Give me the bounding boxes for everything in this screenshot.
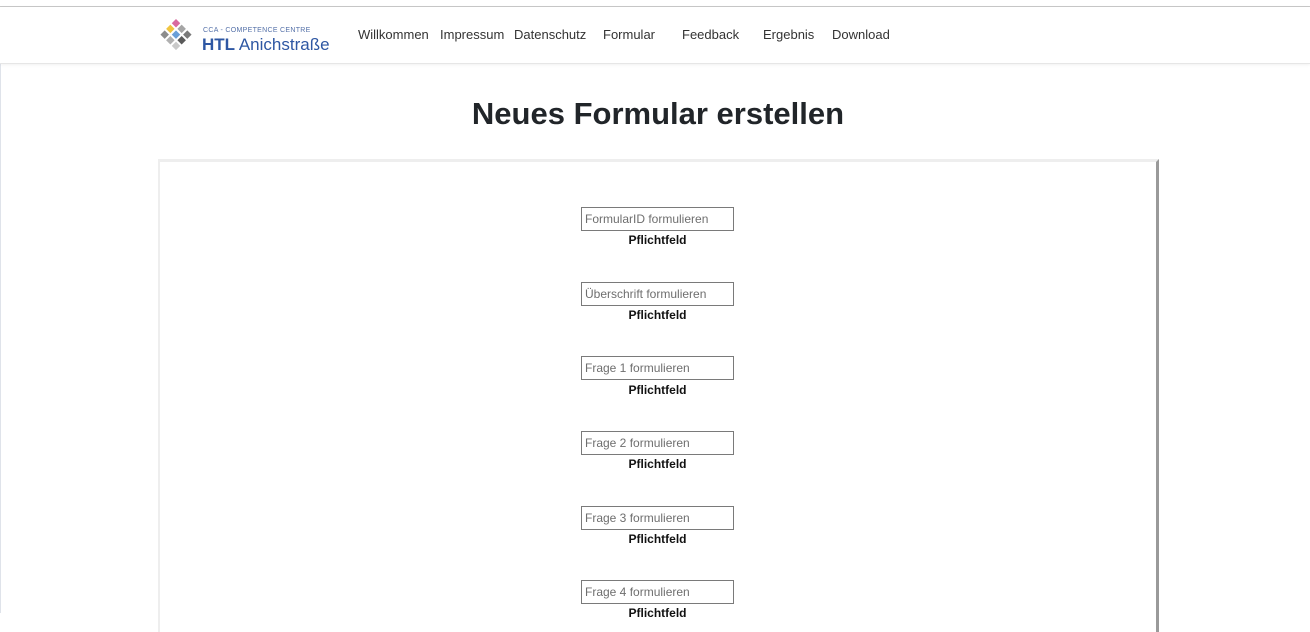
required-label: Pflichtfeld	[628, 532, 687, 546]
navbar: CCA - COMPETENCE CENTRE HTL Anichstraße …	[0, 7, 1310, 64]
nav-willkommen[interactable]: Willkommen	[358, 27, 429, 42]
nav-ergebnis[interactable]: Ergebnis	[763, 27, 814, 42]
question-3-input[interactable]	[581, 506, 734, 530]
question-4-input[interactable]	[581, 580, 734, 604]
formular-id-input[interactable]	[581, 207, 734, 231]
page-title: Neues Formular erstellen	[471, 96, 845, 131]
required-label: Pflichtfeld	[628, 457, 687, 471]
brand-name-regular: Anichstraße	[238, 35, 330, 54]
nav-download[interactable]: Download	[832, 27, 890, 42]
nav-formular[interactable]: Formular	[603, 27, 655, 42]
brand-name: HTL Anichstraße	[202, 35, 330, 55]
question-2-input[interactable]	[581, 431, 734, 455]
required-label: Pflichtfeld	[628, 606, 687, 620]
brand-name-bold: HTL	[202, 35, 236, 54]
nav-datenschutz[interactable]: Datenschutz	[514, 27, 586, 42]
required-label: Pflichtfeld	[628, 383, 687, 397]
nav-impressum[interactable]: Impressum	[440, 27, 504, 42]
brand-logo-link[interactable]: CCA - COMPETENCE CENTRE HTL Anichstraße	[157, 16, 342, 56]
heading-input[interactable]	[581, 282, 734, 306]
required-label: Pflichtfeld	[628, 308, 687, 322]
question-1-input[interactable]	[581, 356, 734, 380]
nav-feedback[interactable]: Feedback	[682, 27, 739, 42]
required-label: Pflichtfeld	[628, 233, 687, 247]
brand-subtitle: CCA - COMPETENCE CENTRE	[203, 27, 311, 34]
logo-diamonds-icon	[160, 19, 192, 51]
